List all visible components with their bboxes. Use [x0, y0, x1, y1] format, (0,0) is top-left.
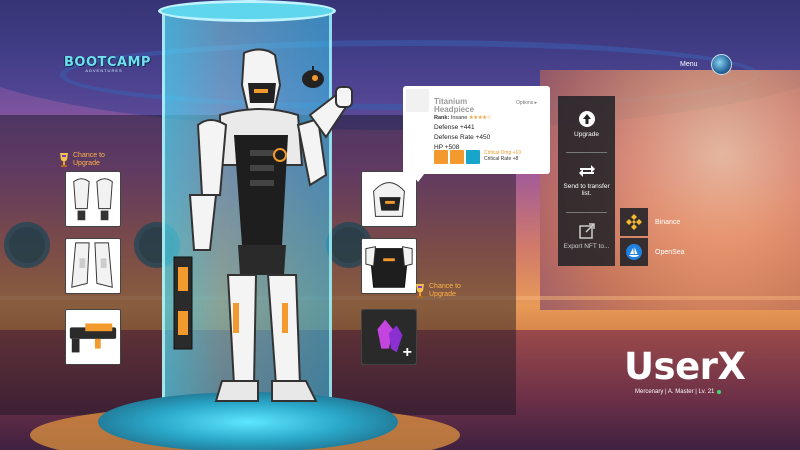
gem-icon	[466, 150, 480, 164]
player-details: Mercenary | A. Master | Lv. 21	[635, 389, 715, 395]
slot-chest-armor[interactable]	[361, 238, 417, 294]
export-label: Export NFT to...	[563, 243, 610, 250]
market-opensea[interactable]: OpenSea	[620, 238, 685, 266]
options-button[interactable]: Options ▸	[516, 100, 537, 106]
drone-icon	[302, 66, 324, 88]
stat-defense-rate: Defense Rate +450	[434, 134, 491, 141]
rank-value: Insane	[450, 115, 468, 121]
slot-shoulder-armor[interactable]	[65, 171, 121, 227]
helmet-icon	[373, 182, 405, 217]
item-thumbnail	[406, 89, 429, 112]
transfer-label: Send to transfer list.	[563, 183, 610, 197]
shoulder-armor-icon	[73, 178, 113, 221]
chance-to-upgrade-right: Chance to Upgrade	[414, 283, 469, 299]
menu-button[interactable]: Menu	[680, 61, 698, 68]
export-button[interactable]: Export NFT to...	[558, 222, 615, 250]
binance-icon	[626, 214, 642, 230]
leg-armor-icon	[71, 242, 113, 288]
bonus-crit-rate: Critical Rate +8	[484, 156, 519, 162]
plus-icon: +	[402, 344, 412, 361]
player-name: UserX	[624, 345, 746, 388]
opensea-tile	[620, 238, 648, 266]
character-armor	[173, 48, 353, 402]
opensea-icon	[626, 244, 642, 260]
chance-label: Chance to Upgrade	[73, 152, 105, 167]
online-status-icon	[717, 390, 722, 394]
stat-defense: Defense +441	[434, 124, 475, 131]
slot-add-item[interactable]: +	[361, 309, 417, 365]
rank-stars: ★★★★☆	[468, 115, 492, 121]
upgrade-arrow-icon	[578, 111, 595, 127]
socket-gems	[434, 150, 480, 164]
player-info: Mercenary | A. Master | Lv. 21	[635, 389, 722, 395]
binance-label: Binance	[655, 218, 681, 226]
game-logo[interactable]: BOOTCAMP ADVENTURES	[64, 55, 150, 79]
chance-to-upgrade-left: Chance to Upgrade	[58, 152, 113, 168]
market-binance[interactable]: Binance	[620, 208, 680, 236]
binance-tile	[620, 208, 648, 236]
chest-armor-icon	[365, 246, 413, 288]
gem-icon	[434, 150, 448, 164]
slot-weapon[interactable]	[65, 309, 121, 365]
trophy-icon	[416, 284, 424, 298]
divider	[566, 152, 607, 153]
slot-headpiece[interactable]	[361, 171, 417, 227]
transfer-button[interactable]: Send to transfer list.	[558, 162, 615, 197]
slot-leg-armor[interactable]	[65, 238, 121, 294]
action-panel: Upgrade Send to transfer list. Export NF…	[558, 96, 615, 266]
transfer-arrows-icon	[578, 165, 595, 177]
avatar[interactable]	[711, 54, 732, 75]
trophy-icon	[60, 153, 68, 167]
item-title: Titanium Headpiece	[434, 97, 475, 114]
item-tooltip: Titanium Headpiece Options ▸ Rank: Insan…	[403, 86, 550, 182]
rank-label: Rank:	[434, 115, 450, 121]
gem-icon	[450, 150, 464, 164]
upgrade-button[interactable]: Upgrade	[558, 110, 615, 138]
bonus-stats: Critical Dmg +10 Critical Rate +8	[484, 150, 521, 162]
divider	[566, 212, 607, 213]
item-rank: Rank: Insane ★★★★☆	[434, 115, 492, 121]
rifle-icon	[69, 323, 117, 353]
chance-label: Chance to Upgrade	[429, 283, 461, 298]
display-tube-top	[158, 0, 336, 22]
export-icon	[578, 223, 595, 239]
opensea-label: OpenSea	[655, 248, 685, 256]
upgrade-label: Upgrade	[574, 131, 599, 138]
